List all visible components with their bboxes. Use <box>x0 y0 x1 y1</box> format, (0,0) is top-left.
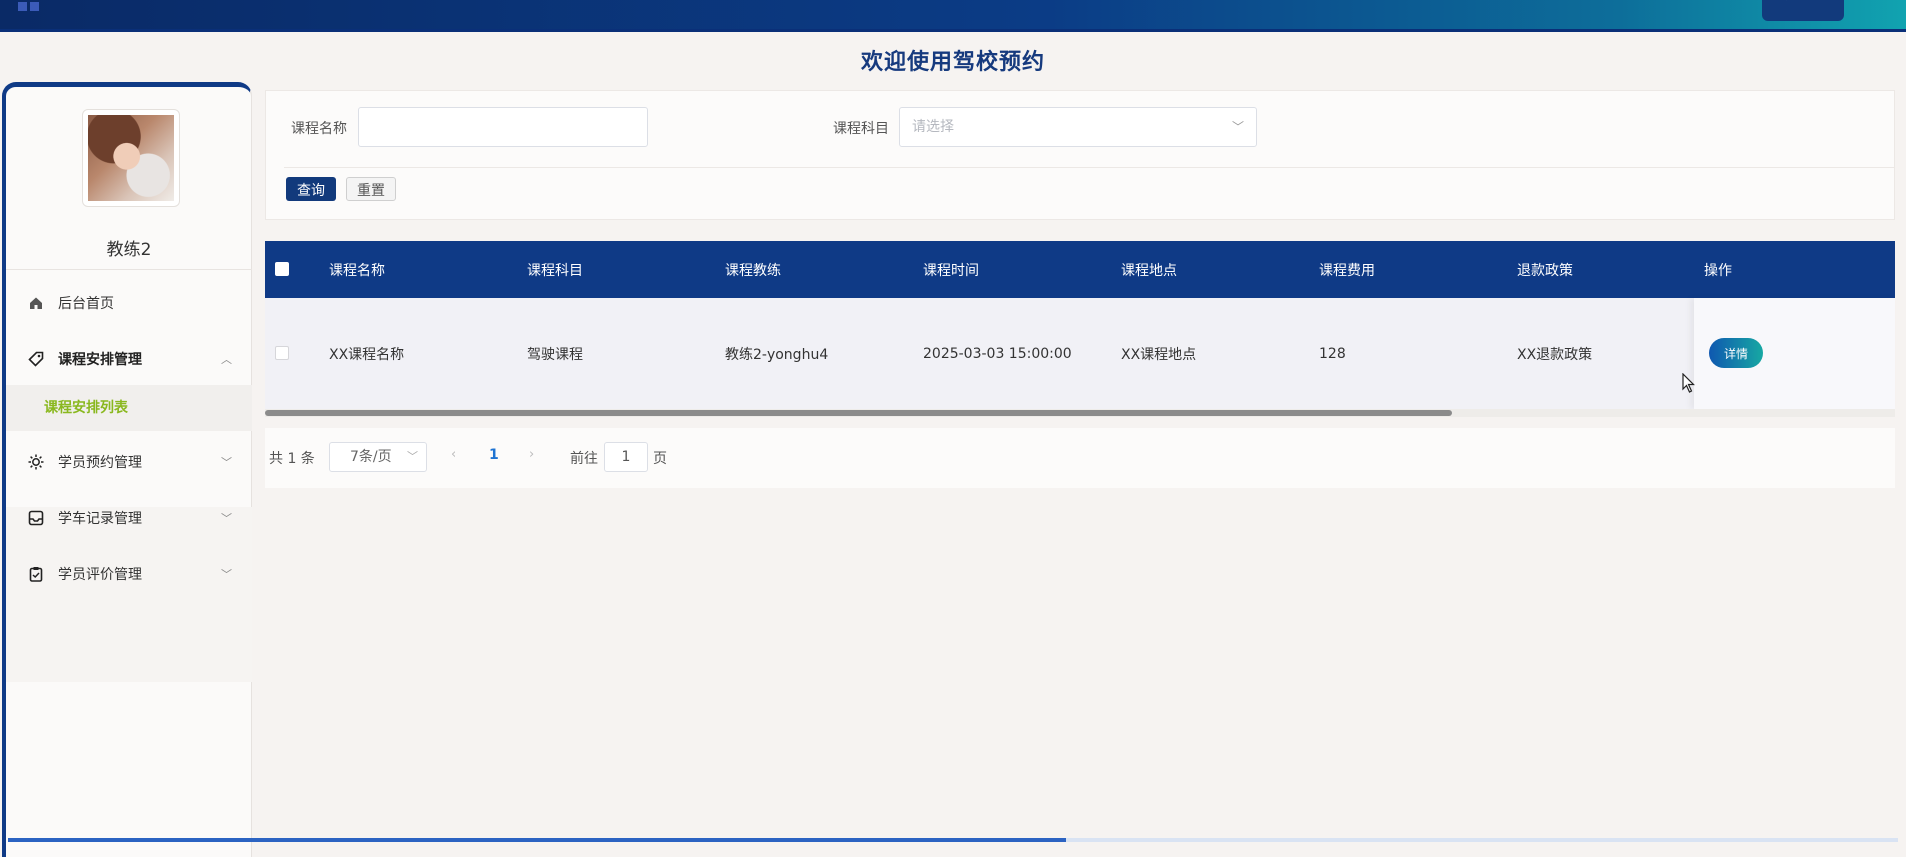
sidebar-item-label: 学员预约管理 <box>58 455 142 471</box>
cell-course-time: 2025-03-03 15:00:00 <box>923 345 1072 362</box>
total-count: 共 1 条 <box>269 451 315 467</box>
scrollbar-thumb[interactable] <box>8 838 1066 842</box>
prev-page-icon[interactable]: ‹ <box>451 447 456 462</box>
course-name-input[interactable] <box>358 107 648 147</box>
cell-course-location: XX课程地点 <box>1121 346 1197 363</box>
sun-icon <box>28 454 44 470</box>
inbox-icon <box>28 510 44 526</box>
next-page-icon[interactable]: › <box>529 447 534 462</box>
chevron-down-icon: ﹀ <box>221 456 232 469</box>
page-size-select[interactable]: 7条/页 ﹀ <box>329 442 427 472</box>
sidebar-item-label: 学车记录管理 <box>58 511 142 527</box>
cell-course-fee: 128 <box>1319 345 1346 362</box>
cell-course-name: XX课程名称 <box>329 346 405 363</box>
sidebar-item-driving-records[interactable]: 学车记录管理 ﹀ <box>6 492 252 544</box>
home-icon <box>28 295 44 311</box>
goto-label: 前往 <box>570 451 598 467</box>
chevron-down-icon: ﹀ <box>221 568 232 581</box>
pagination: 共 1 条 7条/页 ﹀ ‹ 1 › 前往 1 页 <box>265 428 1895 488</box>
column-header: 课程地点 <box>1121 262 1177 279</box>
sidebar-item-course-schedule[interactable]: 课程安排管理 ︿ <box>6 333 252 385</box>
data-table: 课程名称 课程科目 课程教练 课程时间 课程地点 课程费用 退款政策 操作 XX… <box>265 241 1895 417</box>
avatar-frame <box>82 109 180 207</box>
sidebar-item-student-reviews[interactable]: 学员评价管理 ﹀ <box>6 548 252 600</box>
page-horizontal-scrollbar[interactable] <box>8 838 1898 842</box>
page-title: 欢迎使用驾校预约 <box>860 50 1045 75</box>
cell-course-subject: 驾驶课程 <box>527 346 583 363</box>
cell-actions: 详情 <box>1694 298 1895 409</box>
sidebar-item-student-booking[interactable]: 学员预约管理 ﹀ <box>6 436 252 488</box>
horizontal-scrollbar[interactable] <box>265 409 1895 417</box>
column-header: 课程科目 <box>527 262 583 279</box>
column-header: 课程费用 <box>1319 262 1375 279</box>
select-all-checkbox[interactable] <box>275 262 289 276</box>
column-header: 课程名称 <box>329 262 385 279</box>
clipboard-icon <box>28 566 44 582</box>
column-header: 课程教练 <box>725 262 781 279</box>
column-header: 课程时间 <box>923 262 979 279</box>
chevron-up-icon: ︿ <box>221 353 232 366</box>
table-header: 课程名称 课程科目 课程教练 课程时间 课程地点 课程费用 退款政策 操作 <box>265 241 1895 298</box>
user-menu-button[interactable]: 教练2 ▾ <box>1762 0 1844 21</box>
table-row[interactable]: XX课程名称 驾驶课程 教练2-yonghu4 2025-03-03 15:00… <box>265 298 1895 409</box>
sidebar-item-label: 学员评价管理 <box>58 567 142 583</box>
reset-button[interactable]: 重置 <box>346 177 396 201</box>
user-menu-label: 教练2 <box>1780 0 1817 15</box>
sidebar-username: 教练2 <box>106 240 152 260</box>
search-divider <box>284 167 1894 168</box>
sidebar-divider <box>6 269 252 270</box>
course-subject-select[interactable]: 请选择 ﹀ <box>899 107 1257 147</box>
goto-suffix: 页 <box>653 451 667 467</box>
sidebar-item-label: 后台首页 <box>58 296 114 312</box>
query-button[interactable]: 查询 <box>286 177 336 201</box>
chevron-down-icon: ﹀ <box>407 450 418 463</box>
page-size-value: 7条/页 <box>350 449 392 465</box>
scrollbar-thumb[interactable] <box>265 410 1452 416</box>
mouse-cursor-icon <box>1682 373 1695 393</box>
goto-page-input[interactable]: 1 <box>604 442 648 472</box>
sidebar-item-home[interactable]: 后台首页 <box>6 277 252 329</box>
logo-icon <box>18 2 40 12</box>
row-checkbox[interactable] <box>275 346 289 360</box>
tag-icon <box>28 351 44 367</box>
chevron-down-icon: ▾ <box>1821 0 1826 15</box>
cell-refund-policy: XX退款政策 <box>1517 346 1593 363</box>
detail-button[interactable]: 详情 <box>1709 338 1763 368</box>
select-placeholder: 请选择 <box>912 119 954 135</box>
chevron-down-icon: ﹀ <box>221 512 232 525</box>
column-header: 操作 <box>1704 262 1732 279</box>
top-bar: 教练2 ▾ <box>0 0 1906 32</box>
sidebar: 教练2 后台首页 课程安排管理 ︿ 课程安排列表 学员预约管理 ﹀ 学车记录管理… <box>2 82 252 857</box>
search-panel: 课程名称 课程科目 请选择 ﹀ 查询 重置 <box>265 90 1895 220</box>
sidebar-item-label: 课程安排管理 <box>58 352 142 368</box>
column-header: 退款政策 <box>1517 262 1573 279</box>
avatar <box>88 115 174 201</box>
cell-course-coach: 教练2-yonghu4 <box>725 346 829 363</box>
course-subject-label: 课程科目 <box>833 121 889 137</box>
course-name-label: 课程名称 <box>291 121 347 137</box>
chevron-down-icon: ﹀ <box>1231 120 1244 134</box>
sidebar-subitem-course-list[interactable]: 课程安排列表 <box>6 385 252 431</box>
page-number-current[interactable]: 1 <box>489 447 499 463</box>
